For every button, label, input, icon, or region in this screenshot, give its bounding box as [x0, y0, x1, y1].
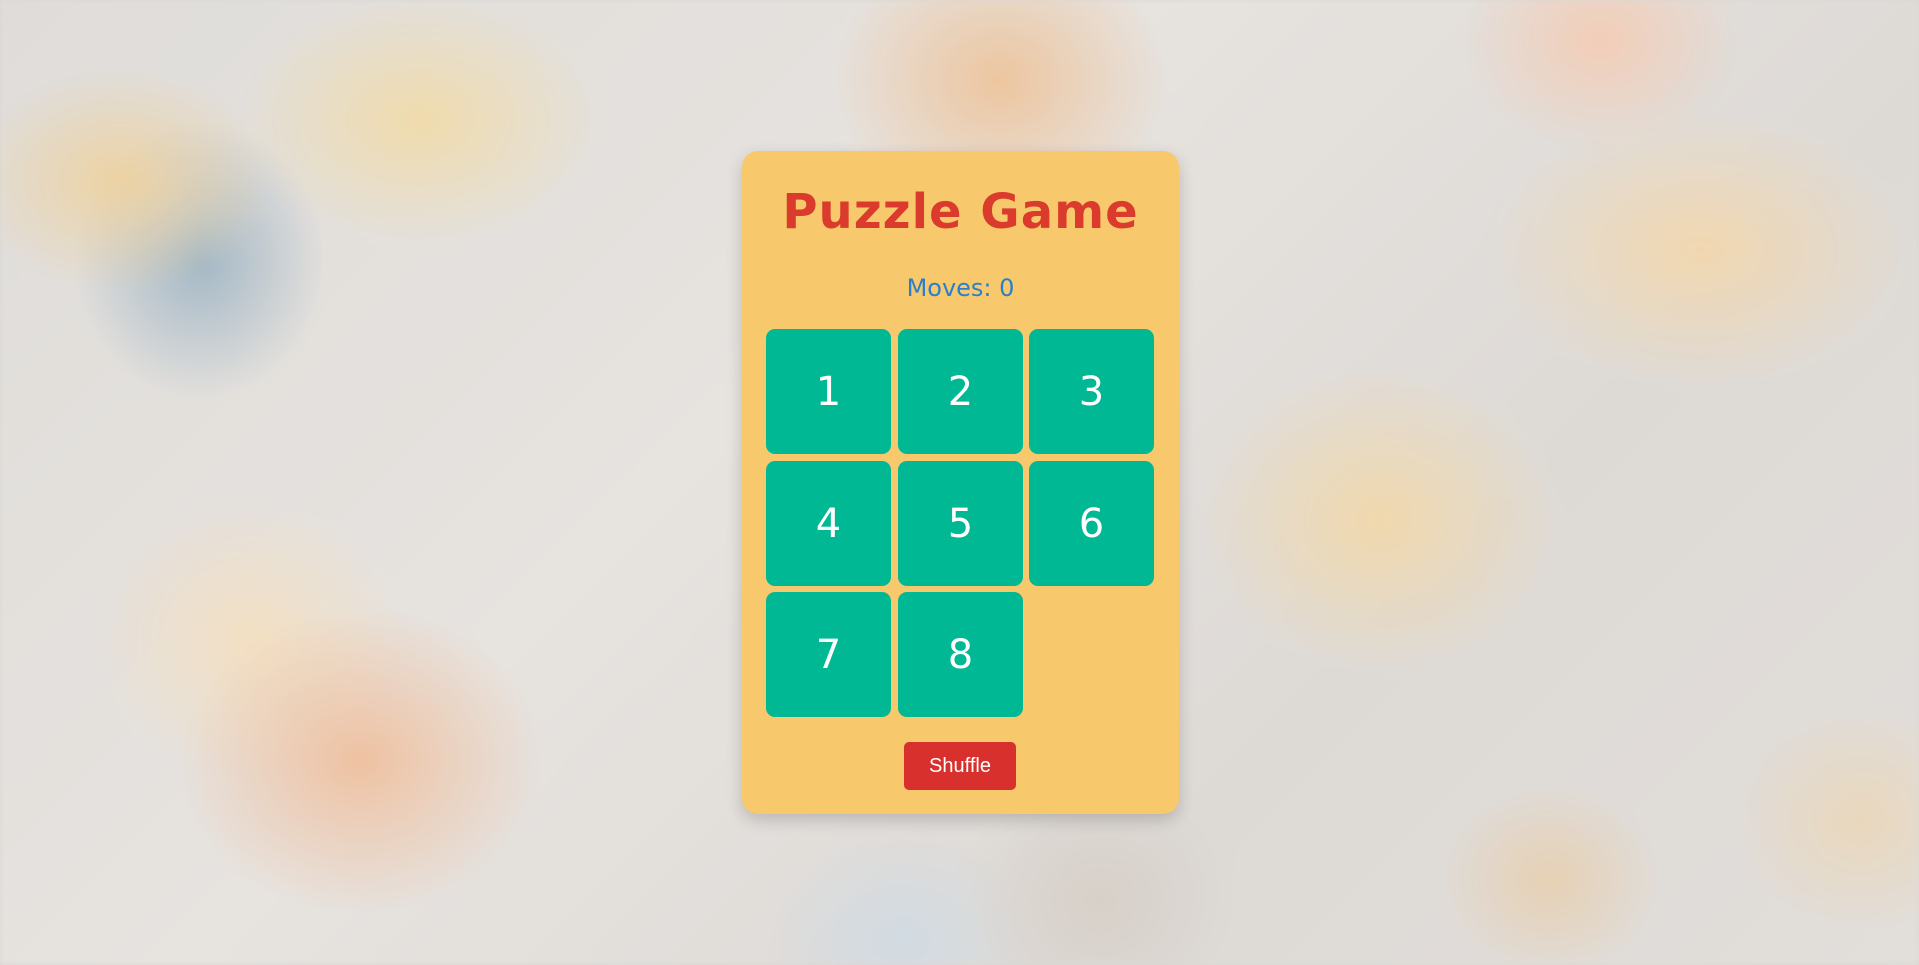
moves-counter: Moves: 0	[906, 274, 1015, 302]
puzzle-card: Puzzle Game Moves: 0 1 2 3 4 5 6 7 8 Shu…	[742, 151, 1179, 814]
puzzle-tile[interactable]: 7	[766, 592, 891, 717]
puzzle-tile[interactable]: 1	[766, 329, 891, 454]
puzzle-board: 1 2 3 4 5 6 7 8	[766, 329, 1157, 720]
puzzle-tile[interactable]: 2	[898, 329, 1023, 454]
puzzle-tile[interactable]: 8	[898, 592, 1023, 717]
shuffle-button[interactable]: Shuffle	[904, 742, 1016, 790]
puzzle-tile[interactable]: 4	[766, 461, 891, 586]
puzzle-tile[interactable]: 6	[1029, 461, 1154, 586]
game-title: Puzzle Game	[782, 184, 1139, 240]
puzzle-tile[interactable]: 5	[898, 461, 1023, 586]
empty-tile	[1029, 592, 1154, 717]
puzzle-tile[interactable]: 3	[1029, 329, 1154, 454]
